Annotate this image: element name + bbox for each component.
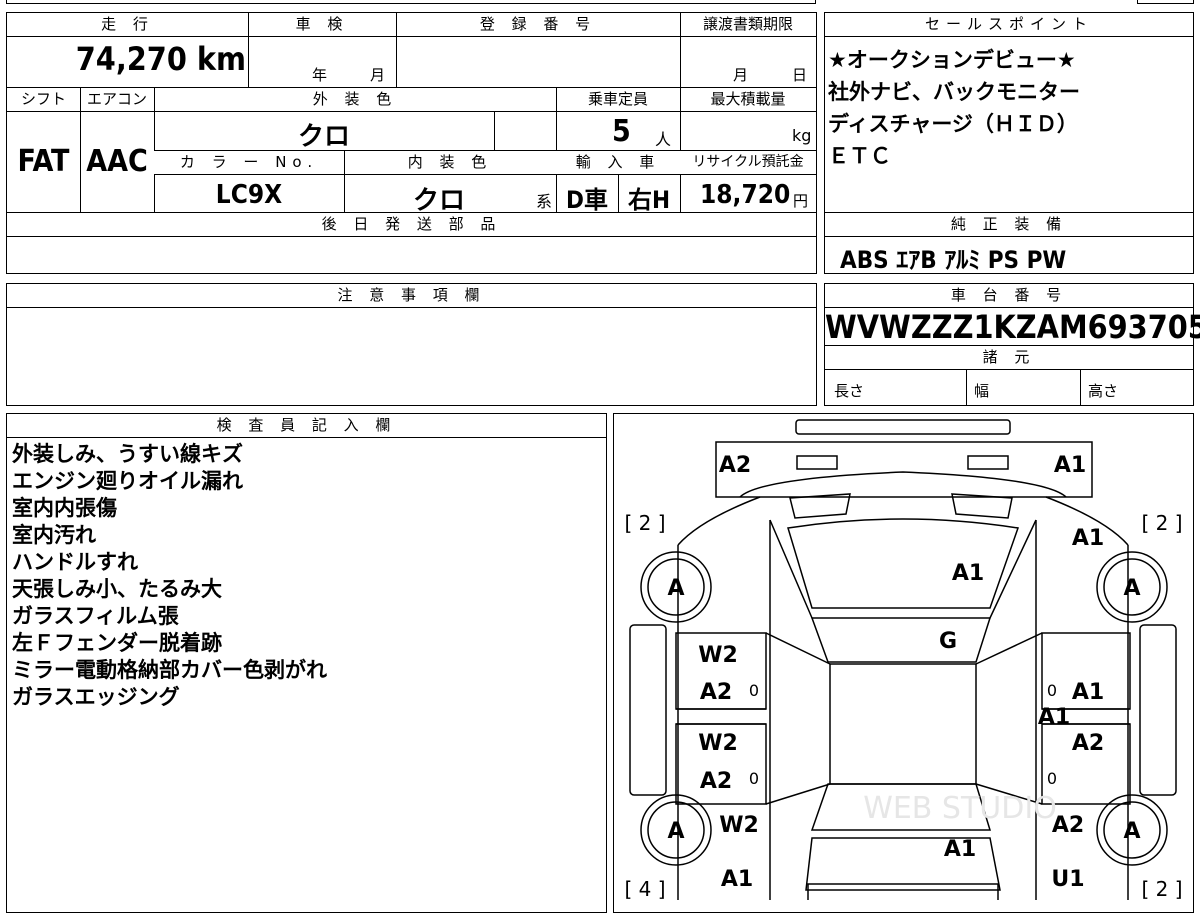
sales-point-line: ディスチャージ（ＨＩＤ）: [828, 112, 1078, 136]
watermark: WEB STUDIO: [863, 791, 1057, 826]
shift-header: シフト: [7, 88, 80, 112]
shift-value: FAT: [17, 144, 70, 179]
standard-equipment-value: ABS ｴｱB ｱﾙﾐ PS PW: [840, 246, 1067, 274]
chassis-number: WVWZZZ1KZAM693705: [825, 308, 1200, 346]
mileage-value: 74,270 km: [75, 40, 246, 78]
chassis-header: 車 台 番 号: [825, 284, 1193, 308]
spec-width: 幅: [974, 382, 990, 400]
inspector-header: 検 査 員 記 入 欄: [7, 414, 606, 438]
tread-depth: [ 2 ]: [1141, 511, 1182, 535]
sales-point-line: ★オークションデビュー★: [828, 48, 1076, 72]
shaken-month: 月: [370, 66, 386, 84]
inspector-note: エンジン廻りオイル漏れ: [12, 469, 243, 493]
sales-point-line: ＥＴＣ: [828, 144, 891, 168]
inspector-note: ミラー電動格納部カバー色剥がれ: [12, 658, 327, 682]
damage-code: A1: [1038, 705, 1070, 730]
damage-code: A2: [700, 769, 732, 794]
mark-zero: 0: [1047, 769, 1057, 788]
notes-header: 注 意 事 項 欄: [7, 284, 816, 308]
import-header: 輸 入 車: [556, 151, 680, 175]
shaken-header: 車 検: [248, 13, 396, 37]
later-parts-header: 後 日 発 送 部 品: [7, 213, 816, 237]
import-h-value: 右H: [627, 186, 671, 214]
inspector-note: 外装しみ、うすい線キズ: [12, 442, 243, 466]
damage-code: A1: [952, 561, 984, 586]
inspector-note: 左Ｆフェンダー脱着跡: [12, 631, 222, 655]
tread-depth: [ 2 ]: [624, 511, 665, 535]
max-load-unit: kg: [792, 126, 812, 145]
mark-zero: 0: [1047, 681, 1057, 700]
damage-code: A2: [1072, 731, 1104, 756]
sales-point-header: セールスポイント: [825, 13, 1193, 37]
standard-equipment-header: 純 正 装 備: [825, 213, 1193, 237]
right-sill: [1139, 624, 1177, 796]
damage-code: A2: [719, 453, 751, 478]
shaken-year: 年: [312, 66, 328, 84]
inspector-note: ガラスエッジング: [12, 685, 180, 709]
max-load-header: 最大積載量: [680, 88, 816, 112]
import-d-value: D車: [566, 186, 608, 214]
damage-code: U1: [1051, 867, 1084, 892]
deadline-month: 月: [733, 66, 749, 84]
damage-code: A1: [1072, 680, 1104, 705]
damage-code: A1: [1054, 453, 1086, 478]
left-sill: [629, 624, 667, 796]
car-diagram: A A A A A2 A1 A1 A1 G W2 A2 W2 A2 A1 A1 …: [624, 419, 1183, 900]
color-no-value: LC9X: [215, 180, 283, 210]
roof: [829, 663, 977, 785]
interior-color-header: 内 装 色: [344, 151, 556, 175]
inspector-notes-list: 外装しみ、うすい線キズ エンジン廻りオイル漏れ 室内内張傷 室内汚れ ハンドルす…: [12, 441, 602, 711]
front-bumper: [795, 419, 1011, 435]
damage-code: G: [939, 629, 957, 654]
tread-depth: [ 4 ]: [624, 877, 665, 900]
recycle-fee-unit: 円: [793, 192, 809, 210]
damage-code: A2: [700, 680, 732, 705]
spec-height: 高さ: [1088, 382, 1119, 400]
deadline-header: 譲渡書類期限: [680, 13, 816, 37]
aircon-header: エアコン: [80, 88, 154, 112]
mark-zero: 0: [749, 769, 759, 788]
inspector-note: 天張しみ小、たるみ大: [12, 577, 222, 601]
inspector-note: ハンドルすれ: [12, 550, 138, 574]
tire-grade: A: [667, 819, 684, 844]
inspector-note: 室内内張傷: [12, 496, 117, 520]
inspector-note: 室内汚れ: [12, 523, 96, 547]
capacity-header: 乗車定員: [556, 88, 680, 112]
damage-code: W2: [698, 643, 738, 668]
top-clipped-row-right: [1137, 0, 1194, 4]
color-no-header: カ ラ ー No.: [154, 151, 344, 175]
capacity-unit: 人: [655, 130, 672, 149]
inspector-note: ガラスフィルム張: [12, 604, 179, 628]
tread-depth: [ 2 ]: [1141, 877, 1182, 900]
recycle-fee-header: リサイクル預託金: [680, 151, 816, 175]
spec-length: 長さ: [834, 382, 865, 400]
rear-bumper: [807, 883, 999, 900]
aircon-value: AAC: [86, 144, 148, 179]
deadline-day: 日: [792, 66, 808, 84]
damage-code: A1: [1072, 526, 1104, 551]
sales-point-line: 社外ナビ、バックモニター: [828, 80, 1080, 104]
damage-code: A1: [944, 837, 976, 862]
damage-code: W2: [698, 731, 738, 756]
exterior-color-header: 外 装 色: [154, 88, 556, 112]
tire-grade: A: [1123, 819, 1140, 844]
headlight-left: [796, 455, 838, 470]
tire-grade: A: [1123, 576, 1140, 601]
sales-point-list: ★オークションデビュー★ 社外ナビ、バックモニター ディスチャージ（ＨＩＤ） Ｅ…: [828, 44, 1192, 172]
top-clipped-row: [6, 0, 816, 4]
interior-color-suffix: 系: [536, 192, 553, 211]
damage-code: A1: [721, 867, 753, 892]
front-panel: [715, 441, 1093, 498]
mileage-header: 走 行: [7, 13, 248, 37]
recycle-fee-value: 18,720: [700, 180, 791, 210]
headlight-right: [967, 455, 1009, 470]
exterior-color-value: クロ: [297, 122, 350, 152]
damage-code: W2: [719, 813, 759, 838]
specs-header: 諸 元: [825, 346, 1193, 370]
capacity-value: 5: [612, 114, 631, 149]
registration-header: 登 録 番 号: [396, 13, 680, 37]
tire-grade: A: [667, 576, 684, 601]
mark-zero: 0: [749, 681, 759, 700]
windshield: [810, 617, 992, 663]
